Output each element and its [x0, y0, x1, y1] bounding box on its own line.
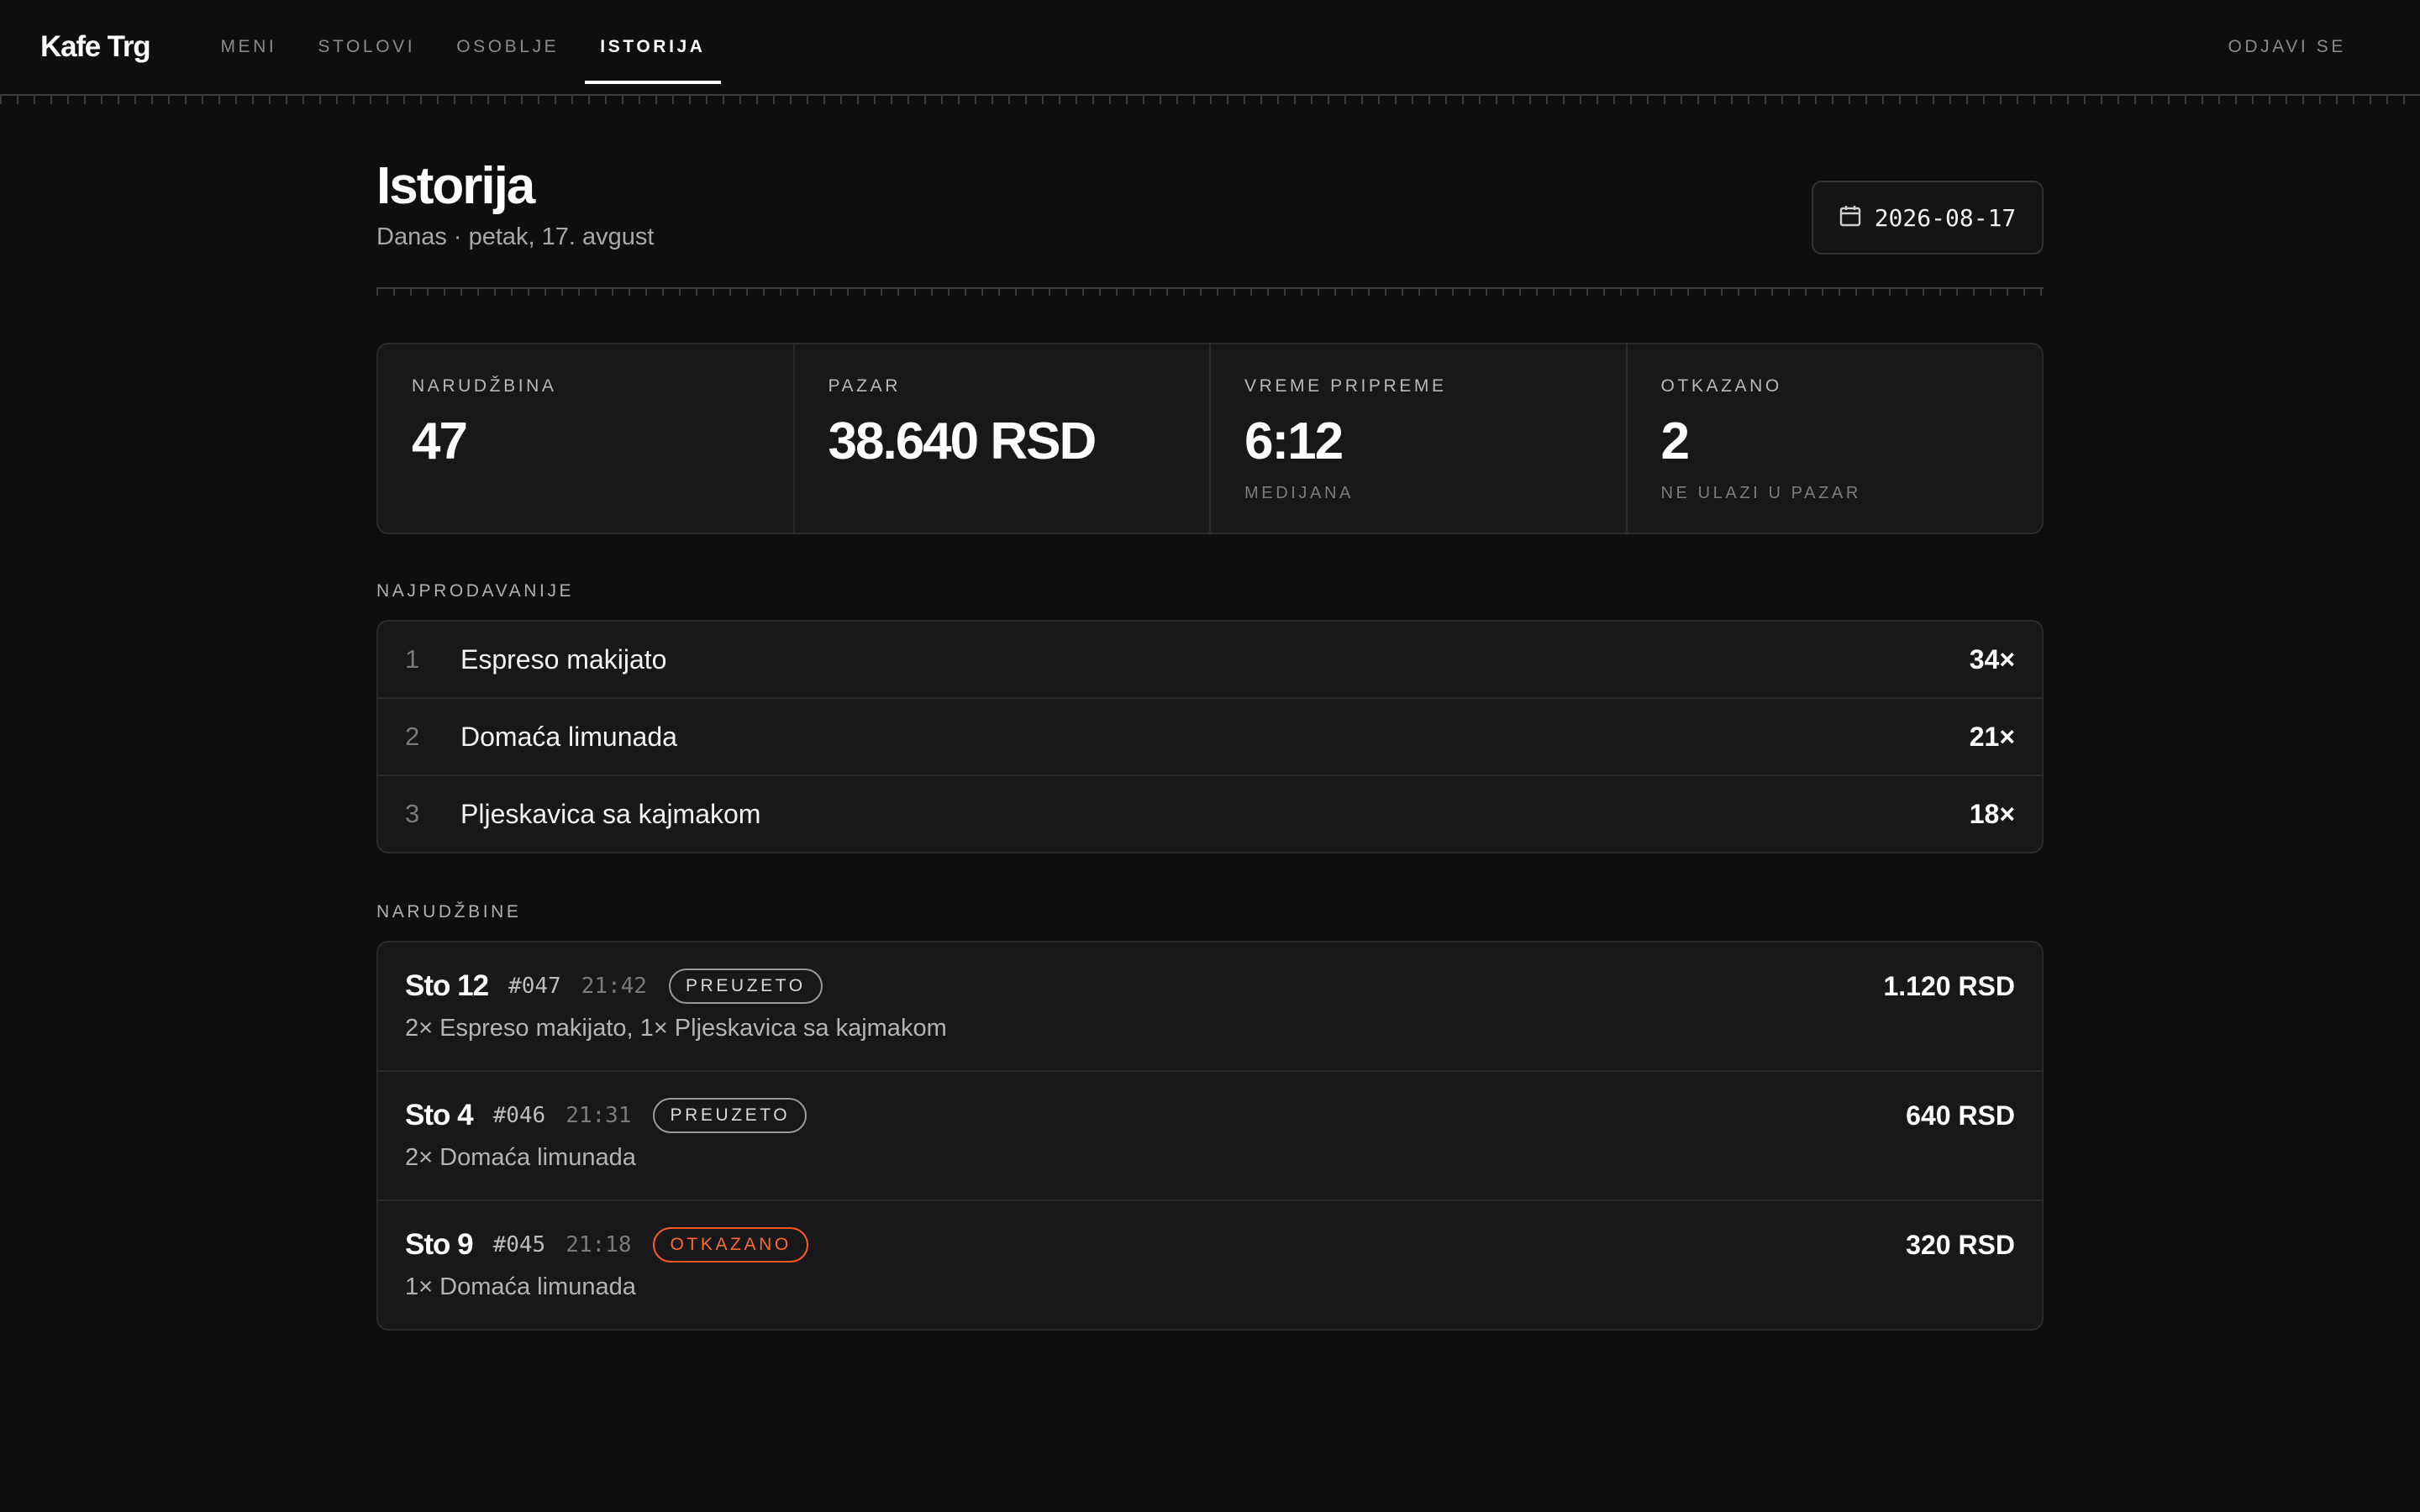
item-count: 34× — [1969, 643, 2015, 675]
order-items: 2× Espreso makijato, 1× Pljeskavica sa k… — [405, 1015, 947, 1042]
item-name: Domaća limunada — [460, 721, 677, 752]
header-divider — [376, 287, 2044, 296]
tab-stolovi[interactable]: STOLOVI — [302, 0, 430, 94]
calendar-icon — [1839, 204, 1861, 232]
stat-label: OTKAZANO — [1660, 376, 1782, 396]
order-header: Sto 9 #045 21:18 OTKAZANO — [405, 1225, 808, 1265]
item-count: 18× — [1969, 798, 2015, 829]
order-time: 21:18 — [566, 1232, 632, 1257]
order-total: 320 RSD — [1906, 1230, 2015, 1260]
nav-tabs: MENI STOLOVI OSOBLJE ISTORIJA — [205, 0, 731, 94]
rank-number: 2 — [405, 722, 420, 751]
stat-note: MEDIJANA — [1244, 484, 1354, 502]
orders-heading: NARUDŽBINE — [376, 902, 522, 921]
order-row[interactable]: Sto 12 #047 21:42 PREUZETO 2× Espreso ma… — [378, 942, 2042, 1072]
stat-label: VREME PRIPREME — [1244, 376, 1447, 396]
order-header: Sto 12 #047 21:42 PREUZETO — [405, 966, 823, 1006]
tab-osoblje[interactable]: OSOBLJE — [441, 0, 574, 94]
order-table: Sto 9 — [405, 1228, 474, 1261]
page-title: Istorija — [376, 157, 535, 215]
rank-number: 3 — [405, 799, 420, 828]
order-row[interactable]: Sto 4 #046 21:31 PREUZETO 2× Domaća limu… — [378, 1072, 2042, 1201]
order-table: Sto 12 — [405, 969, 489, 1002]
item-count: 21× — [1969, 721, 2015, 752]
bestsellers-list: 1 Espreso makijato 34× 2 Domaća limunada… — [376, 620, 2044, 853]
page-subtitle: Danas · petak, 17. avgust — [376, 223, 655, 250]
order-time: 21:42 — [581, 974, 647, 999]
list-item: 2 Domaća limunada 21× — [378, 699, 2042, 776]
order-header: Sto 4 #046 21:31 PREUZETO — [405, 1095, 808, 1136]
status-badge: PREUZETO — [668, 969, 823, 1004]
stat-orders: NARUDŽBINA 47 — [378, 344, 795, 533]
main-content: Istorija Danas · petak, 17. avgust 2026-… — [376, 104, 2044, 1331]
rank-number: 1 — [405, 644, 420, 674]
stat-label: NARUDŽBINA — [412, 376, 557, 396]
nav-divider — [0, 94, 2420, 104]
stat-note: NE ULAZI U PAZAR — [1660, 484, 1861, 502]
orders-list: Sto 12 #047 21:42 PREUZETO 2× Espreso ma… — [376, 941, 2044, 1331]
order-table: Sto 4 — [405, 1099, 474, 1131]
order-total: 1.120 RSD — [1883, 971, 2015, 1001]
list-item: 3 Pljeskavica sa kajmakom 18× — [378, 776, 2042, 852]
stat-prep-time: VREME PRIPREME 6:12 MEDIJANA — [1211, 344, 1628, 533]
stat-value: 2 — [1660, 412, 1691, 470]
item-name: Pljeskavica sa kajmakom — [460, 798, 761, 829]
order-items: 1× Domaća limunada — [405, 1273, 636, 1300]
page-header: Istorija Danas · petak, 17. avgust 2026-… — [376, 104, 2044, 296]
order-time: 21:31 — [566, 1103, 632, 1128]
order-number: #047 — [508, 974, 561, 999]
stat-label: PAZAR — [828, 376, 901, 396]
stat-value: 6:12 — [1244, 412, 1344, 470]
stat-value: 38.640 RSD — [828, 412, 1097, 470]
stat-value: 47 — [412, 412, 468, 470]
order-number: #046 — [492, 1103, 546, 1128]
stat-cancelled: OTKAZANO 2 NE ULAZI U PAZAR — [1628, 344, 2043, 533]
stats-panel: NARUDŽBINA 47 PAZAR 38.640 RSD VREME PRI… — [376, 343, 2044, 534]
stat-revenue: PAZAR 38.640 RSD — [795, 344, 1211, 533]
order-items: 2× Domaća limunada — [405, 1144, 636, 1171]
tab-meni[interactable]: MENI — [205, 0, 292, 94]
list-item: 1 Espreso makijato 34× — [378, 622, 2042, 699]
date-value: 2026-08-17 — [1874, 203, 2017, 232]
item-name: Espreso makijato — [460, 643, 667, 675]
order-row[interactable]: Sto 9 #045 21:18 OTKAZANO 1× Domaća limu… — [378, 1201, 2042, 1329]
logout-button[interactable]: ODJAVI SE — [2228, 37, 2380, 57]
status-badge-cancelled: OTKAZANO — [653, 1227, 808, 1263]
brand-logo[interactable]: Kafe Trg — [40, 0, 151, 94]
bestsellers-heading: NAJPRODAVANIJE — [376, 581, 575, 601]
tab-istorija[interactable]: ISTORIJA — [585, 0, 721, 94]
order-total: 640 RSD — [1906, 1100, 2015, 1131]
status-badge: PREUZETO — [653, 1098, 808, 1133]
date-picker-button[interactable]: 2026-08-17 — [1812, 181, 2044, 255]
order-number: #045 — [492, 1232, 546, 1257]
top-nav: Kafe Trg MENI STOLOVI OSOBLJE ISTORIJA O… — [0, 0, 2420, 94]
